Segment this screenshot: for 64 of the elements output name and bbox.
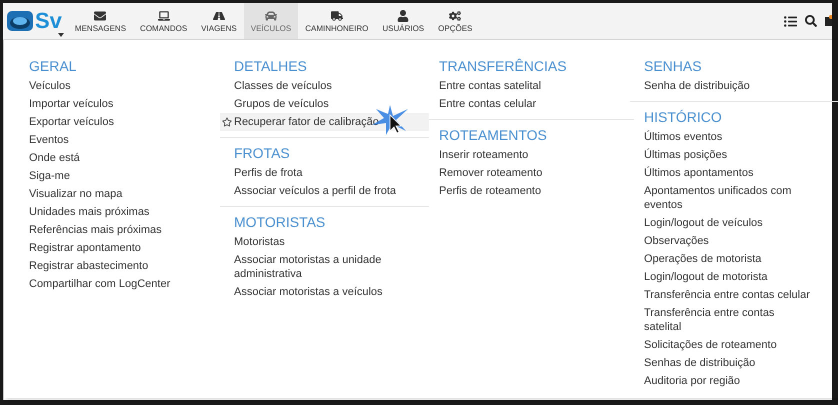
menu-item[interactable]: Últimos apontamentos [644,164,838,182]
menu-item[interactable]: Apontamentos unificados com eventos [644,182,838,214]
menu-item[interactable]: Últimos eventos [644,128,838,146]
section-heading: MOTORISTAS [234,213,326,231]
truck-icon [330,10,343,22]
nav-tab[interactable]: MENSAGENS [68,3,134,39]
menu-item[interactable]: Observações [644,232,838,250]
nav-tab[interactable]: CAMINHONEIRO [298,3,376,39]
nav-tab[interactable]: VIAGENS [194,3,244,39]
menu-item[interactable]: Transferência entre contas satelital [644,304,838,336]
menu-item[interactable]: Associar veículos a perfil de frota [234,182,429,200]
section-heading: DETALHES [234,57,308,75]
section-heading: ROTEAMENTOS [439,126,548,144]
section-heading: HISTÓRICO [644,108,723,126]
eye-logo-icon [7,10,33,32]
nav-tab[interactable]: USUÁRIOS [375,3,432,39]
nav-tab[interactable]: VEÍCULOS [244,3,298,39]
section-heading: GERAL [29,57,78,75]
menu-item[interactable]: Senha de distribuição [644,77,838,95]
menu-item[interactable]: Eventos [29,131,224,149]
menu-item[interactable]: Entre contas celular [439,95,634,113]
list-icon[interactable] [784,14,797,28]
user-icon [397,10,410,22]
car-icon [264,10,277,22]
menu-item[interactable]: Veículos [29,77,224,95]
menu-item[interactable]: Login/logout de motorista [644,268,838,286]
road-icon [212,10,225,22]
menu-item[interactable]: Compartilhar com LogCenter [29,275,224,293]
menu-item[interactable]: Classes de veículos [234,77,429,95]
menu-item[interactable]: Registrar apontamento [29,239,224,257]
menu-item[interactable]: Auditoria por região [644,372,838,390]
menu-item[interactable]: Senhas de distribuição [644,354,838,372]
gears-icon [449,10,462,22]
nav-tab[interactable]: OPÇÕES [431,3,480,39]
menu-item[interactable]: Associar motoristas a unidade administrativa [234,251,429,283]
menu-item[interactable]: Últimas posições [644,146,838,164]
section-heading: FROTAS [234,144,291,162]
menu-item[interactable]: Grupos de veículos [234,95,429,113]
section-heading: SENHAS [644,57,703,75]
menu-item[interactable]: Importar veículos [29,95,224,113]
menu-item[interactable]: Unidades mais próximas [29,203,224,221]
section-heading: TRANSFERÊNCIAS [439,57,568,75]
menu-item[interactable]: Operações de motorista [644,250,838,268]
menu-item[interactable]: Visualizar no mapa [29,185,224,203]
menu-item[interactable]: Solicitações de roteamento [644,336,838,354]
logo-text: Sv [35,10,62,32]
laptop-icon [158,10,170,22]
menu-item[interactable]: Motoristas [234,233,429,251]
menu-item[interactable]: Remover roteamento [439,164,634,182]
menu-item[interactable]: Inserir roteamento [439,146,634,164]
menu-item[interactable]: Login/logout de veículos [644,214,838,232]
search-icon[interactable] [805,15,817,27]
menu-item[interactable]: Onde está [29,149,224,167]
menu-item[interactable]: Perfis de roteamento [439,182,634,200]
nav-tab[interactable]: COMANDOS [133,3,194,39]
menu-item[interactable]: Referências mais próximas [29,221,224,239]
menu-item[interactable]: Entre contas satelital [439,77,634,95]
caret-icon[interactable] [58,33,64,37]
menu-item[interactable]: Registrar abastecimento [29,257,224,275]
menu-item[interactable]: Transferência entre contas celular [644,286,838,304]
menu-item[interactable]: Associar motoristas a veículos [234,283,429,301]
menu-item[interactable]: Perfis de frota [234,164,429,182]
star-icon[interactable] [222,117,232,127]
menu-item[interactable]: Siga-me [29,167,224,185]
